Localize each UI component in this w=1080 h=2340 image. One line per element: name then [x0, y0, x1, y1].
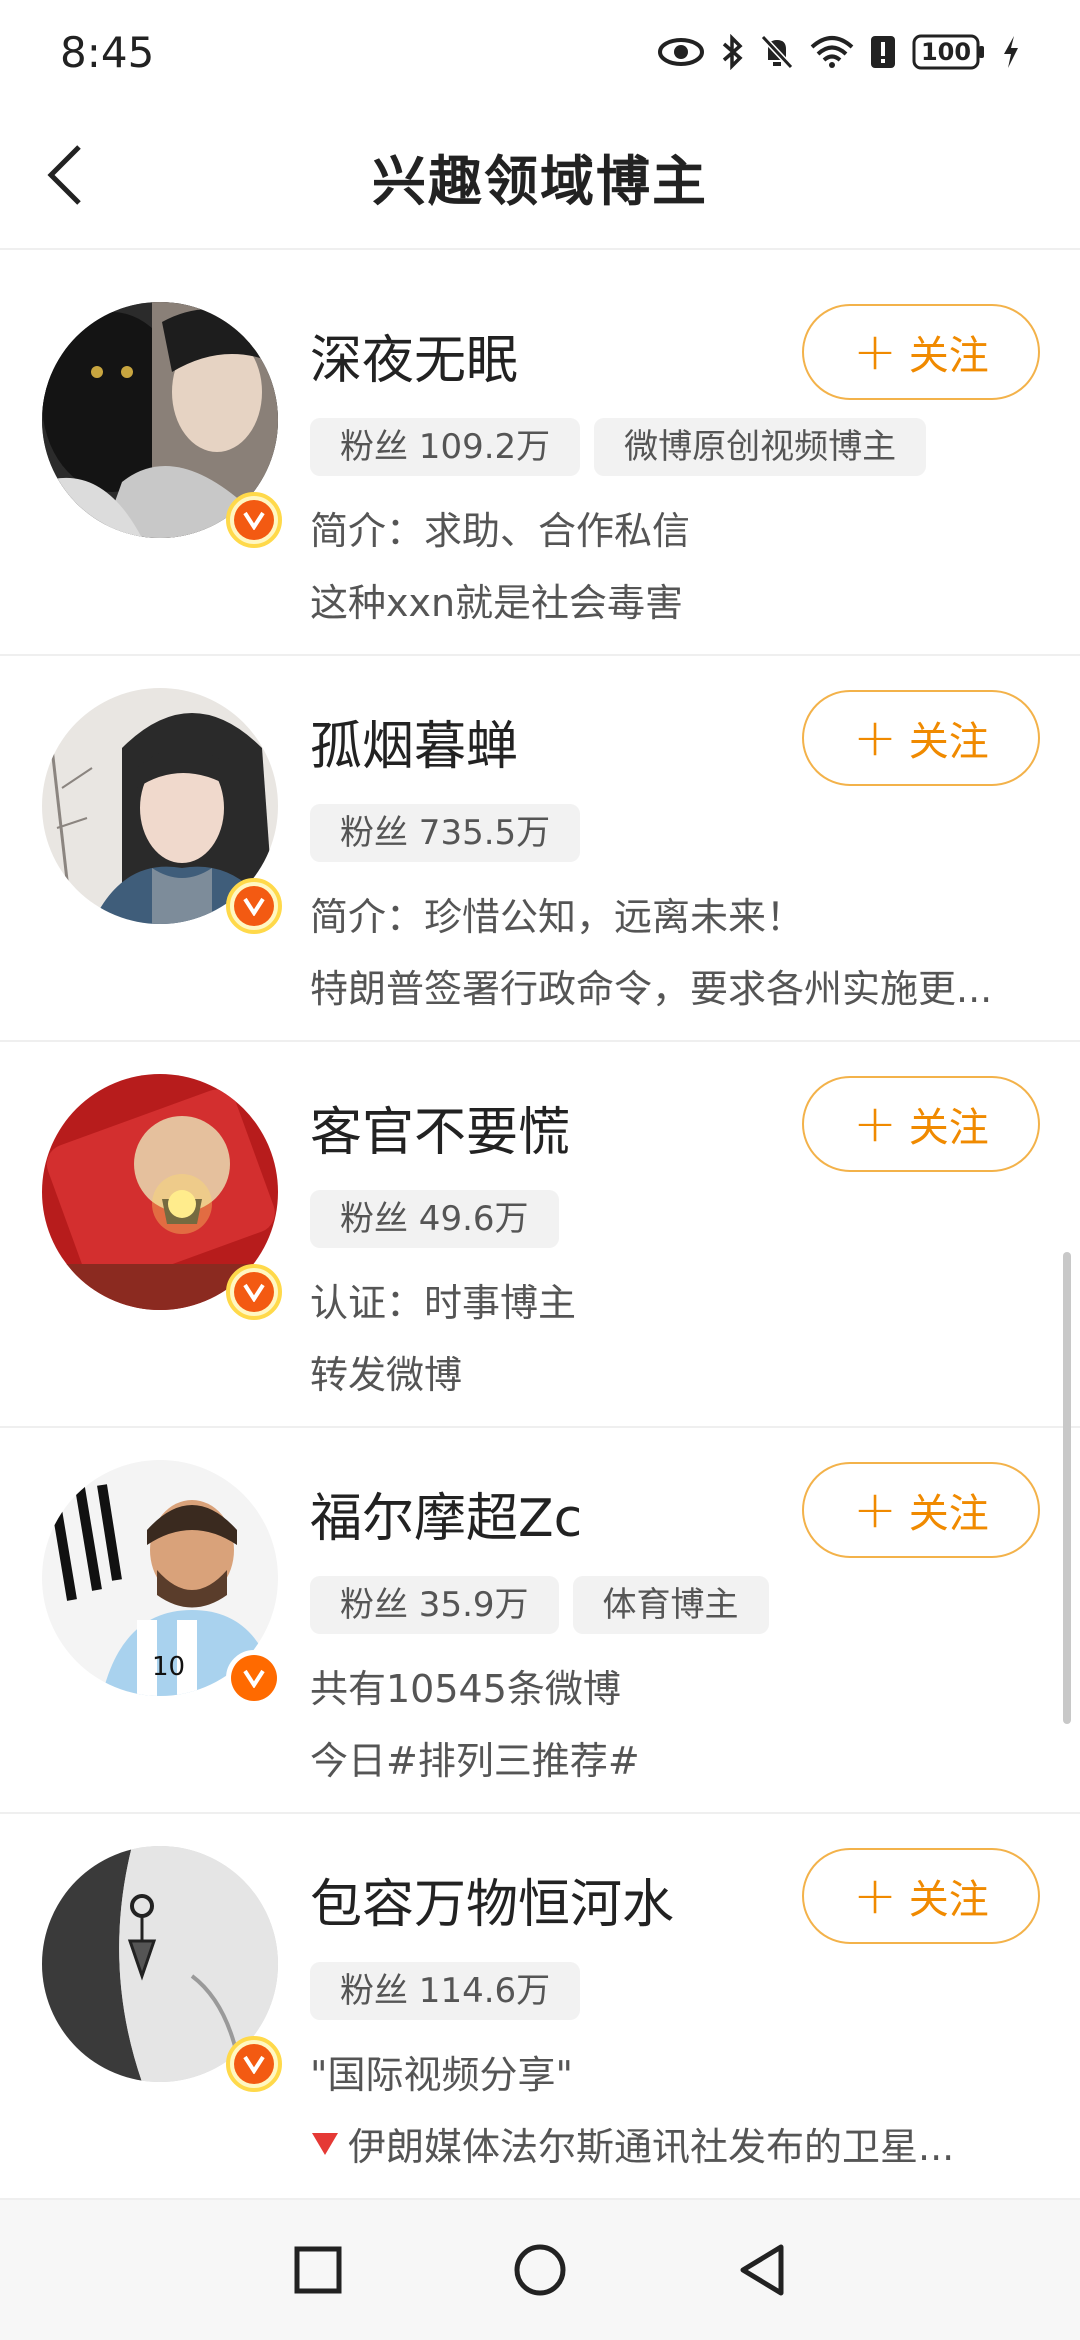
follow-label: 关注 [908, 1105, 989, 1151]
alert-icon [871, 36, 895, 68]
page-title: 兴趣领域博主 [372, 149, 708, 213]
verified-v-icon [226, 1264, 282, 1320]
user-latest-post: 今日#排列三推荐# [310, 1739, 640, 1783]
user-latest-post-text: 伊朗媒体法尔斯通讯社发布的卫星... [348, 2125, 955, 2169]
user-card[interactable]: 孤烟暮蝉 + 关注 粉丝 735.5万 简介：珍惜公知，远离未来！ 特朗普签署行… [0, 656, 1080, 1042]
battery-icon: 100 [912, 34, 986, 70]
svg-text:10: 10 [152, 1652, 185, 1682]
plus-icon: + [853, 1866, 897, 1926]
wifi-icon [810, 36, 854, 68]
scrollbar[interactable] [1063, 1252, 1071, 1724]
follow-label: 关注 [908, 333, 989, 379]
fans-tag: 粉丝 49.6万 [310, 1190, 559, 1248]
user-name[interactable]: 包容万物恒河水 [310, 1862, 674, 1937]
follow-button[interactable]: + 关注 [802, 690, 1040, 786]
user-latest-post: 特朗普签署行政命令，要求各州实施更... [310, 967, 993, 1011]
user-card[interactable]: 10 福尔摩超Zc + 关注 粉丝 35.9万 体育博主 共有10545条微博 … [0, 1428, 1080, 1814]
user-name[interactable]: 深夜无眠 [310, 318, 518, 393]
user-intro: 简介：求助、合作私信 [310, 509, 691, 553]
category-tag: 微博原创视频博主 [594, 418, 927, 476]
user-name[interactable]: 孤烟暮蝉 [310, 704, 518, 779]
verified-v-icon [226, 878, 282, 934]
header: 兴趣领域博主 [0, 104, 1080, 250]
recent-apps-icon[interactable] [293, 2245, 343, 2295]
system-nav-bar [0, 2200, 1080, 2340]
tag-row: 粉丝 735.5万 [310, 804, 581, 862]
user-name[interactable]: 客官不要慌 [310, 1090, 570, 1165]
user-card[interactable]: 包容万物恒河水 + 关注 粉丝 114.6万 "国际视频分享" 伊朗媒体法尔斯通… [0, 1814, 1080, 2200]
plus-icon: + [853, 1480, 897, 1540]
home-icon[interactable] [513, 2243, 567, 2297]
tag-row: 粉丝 35.9万 体育博主 [310, 1576, 769, 1634]
user-list: 深夜无眠 + 关注 粉丝 109.2万 微博原创视频博主 简介：求助、合作私信 … [0, 270, 1080, 2200]
verified-v-icon [226, 492, 282, 548]
tag-row: 粉丝 109.2万 微博原创视频博主 [310, 418, 927, 476]
tag-row: 粉丝 114.6万 [310, 1962, 581, 2020]
plus-icon: + [853, 708, 897, 768]
tag-row: 粉丝 49.6万 [310, 1190, 559, 1248]
category-tag: 体育博主 [572, 1576, 769, 1634]
user-latest-post: 这种xxn就是社会毒害 [310, 581, 684, 625]
user-intro: 认证：时事博主 [310, 1281, 577, 1325]
follow-button[interactable]: + 关注 [802, 1848, 1040, 1944]
follow-button[interactable]: + 关注 [802, 1462, 1040, 1558]
mute-icon [760, 34, 794, 70]
fans-tag: 粉丝 109.2万 [310, 418, 581, 476]
follow-label: 关注 [908, 1491, 989, 1537]
verified-v-icon [226, 1650, 282, 1706]
back-icon[interactable] [737, 2243, 787, 2297]
fans-tag: 粉丝 35.9万 [310, 1576, 559, 1634]
chevron-left-icon [47, 145, 81, 205]
status-icons: 100 [658, 34, 1020, 70]
plus-icon: + [853, 1094, 897, 1154]
user-card[interactable]: 客官不要慌 + 关注 粉丝 49.6万 认证：时事博主 转发微博 [0, 1042, 1080, 1428]
follow-button[interactable]: + 关注 [802, 1076, 1040, 1172]
user-latest-post: 伊朗媒体法尔斯通讯社发布的卫星... [310, 2116, 954, 2171]
battery-level: 100 [920, 38, 972, 66]
user-card[interactable]: 深夜无眠 + 关注 粉丝 109.2万 微博原创视频博主 简介：求助、合作私信 … [0, 270, 1080, 656]
bluetooth-icon [722, 34, 743, 70]
eye-icon [658, 38, 704, 66]
fans-tag: 粉丝 735.5万 [310, 804, 581, 862]
red-triangle-icon [312, 2132, 338, 2155]
charging-icon [1004, 36, 1018, 68]
user-intro: 共有10545条微博 [310, 1667, 621, 1711]
user-latest-post: 转发微博 [310, 1353, 463, 1397]
user-intro: "国际视频分享" [310, 2053, 573, 2097]
follow-label: 关注 [908, 719, 989, 765]
follow-label: 关注 [908, 1877, 989, 1923]
follow-button[interactable]: + 关注 [802, 304, 1040, 400]
plus-icon: + [853, 322, 897, 382]
user-name[interactable]: 福尔摩超Zc [310, 1476, 582, 1551]
user-intro: 简介：珍惜公知，远离未来！ [310, 895, 805, 939]
verified-v-icon [226, 2036, 282, 2092]
back-button[interactable] [30, 140, 100, 210]
fans-tag: 粉丝 114.6万 [310, 1962, 581, 2020]
status-bar: 8:45 100 [0, 0, 1080, 104]
status-time: 8:45 [60, 27, 155, 77]
